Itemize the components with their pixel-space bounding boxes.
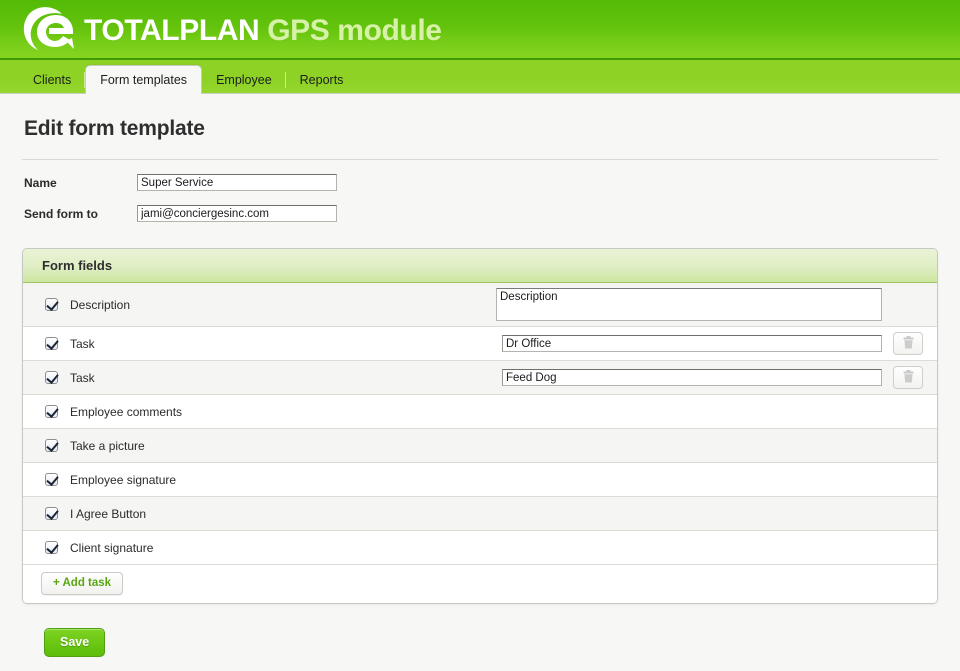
checkbox-employee-comments[interactable] (45, 405, 58, 418)
table-row: Task (23, 327, 937, 361)
add-task-bar: + Add task (23, 565, 937, 603)
field-label: Task (70, 336, 95, 351)
trash-icon (903, 335, 914, 352)
table-row: Take a picture (23, 429, 937, 463)
tab-clients[interactable]: Clients (19, 67, 86, 93)
table-row: Task (23, 361, 937, 395)
form-fields-panel-title: Form fields (23, 249, 937, 283)
delete-task-button[interactable] (893, 332, 923, 355)
form-fields-panel: Form fields Description Description Task (22, 248, 938, 604)
checkbox-i-agree-button[interactable] (45, 507, 58, 520)
main-tabbar: Clients Form templates Employee Reports (0, 60, 960, 94)
field-label: Task (70, 370, 95, 385)
field-label: Description (70, 297, 131, 312)
brand-main: TOTALPLAN (84, 14, 260, 47)
page-content: Edit form template Name Send form to For… (0, 117, 960, 657)
tab-reports-label: Reports (299, 73, 344, 87)
checkbox-client-signature[interactable] (45, 541, 58, 554)
task-input[interactable] (502, 369, 882, 386)
checkbox-employee-signature[interactable] (45, 473, 58, 486)
add-task-button[interactable]: + Add task (41, 572, 124, 595)
field-label: Employee signature (70, 472, 177, 487)
trash-icon (903, 369, 914, 386)
field-label: Take a picture (70, 438, 145, 453)
send-form-to-row: Send form to (22, 205, 938, 222)
table-row: Employee comments (23, 395, 937, 429)
save-button[interactable]: Save (44, 628, 106, 657)
checkbox-task[interactable] (45, 371, 58, 384)
e-swoosh-logo-icon (22, 5, 78, 55)
page-title: Edit form template (24, 117, 205, 140)
checkbox-description[interactable] (45, 298, 58, 311)
tab-employee[interactable]: Employee (202, 67, 286, 93)
name-label: Name (24, 175, 57, 190)
table-row: Client signature (23, 531, 937, 565)
send-form-to-label: Send form to (24, 206, 98, 221)
tab-clients-label: Clients (33, 73, 72, 87)
tab-form-templates[interactable]: Form templates (85, 65, 203, 94)
title-divider (22, 159, 938, 160)
tab-employee-label: Employee (216, 73, 272, 87)
brand-sub: GPS module (267, 14, 442, 47)
table-row: Description Description (23, 283, 937, 327)
brand-title: TOTALPLAN GPS module (84, 16, 442, 46)
field-label: I Agree Button (70, 506, 147, 521)
name-row: Name (22, 174, 938, 191)
task-input[interactable] (502, 335, 882, 352)
app-header: TOTALPLAN GPS module (0, 0, 960, 60)
tab-reports[interactable]: Reports (286, 67, 358, 93)
field-label: Client signature (70, 540, 154, 555)
checkbox-task[interactable] (45, 337, 58, 350)
name-input[interactable] (137, 174, 337, 191)
tab-form-templates-label: Form templates (100, 73, 188, 87)
description-textarea[interactable]: Description (496, 288, 882, 321)
table-row: Employee signature (23, 463, 937, 497)
save-bar: Save (44, 628, 938, 657)
delete-task-button[interactable] (893, 366, 923, 389)
checkbox-take-a-picture[interactable] (45, 439, 58, 452)
field-label: Employee comments (70, 404, 183, 419)
table-row: I Agree Button (23, 497, 937, 531)
send-form-to-input[interactable] (137, 205, 337, 222)
